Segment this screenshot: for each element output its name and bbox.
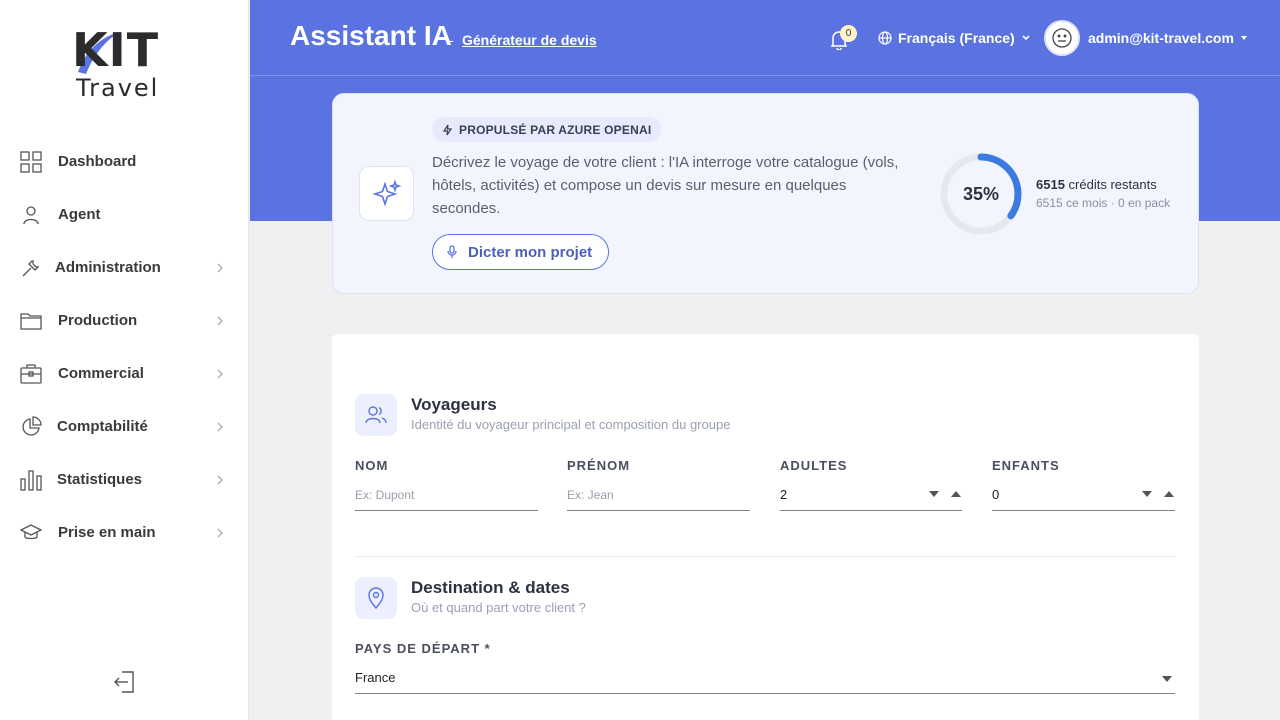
enfants-spin-controls: [1141, 490, 1175, 498]
sparkles-icon: [359, 166, 414, 221]
credits-remaining: 6515 crédits restants: [1036, 177, 1157, 192]
powered-by-text: PROPULSÉ PAR AZURE OPENAI: [459, 122, 652, 137]
title-separator: -: [449, 32, 454, 48]
chevron-down-icon: [1022, 35, 1030, 41]
notification-badge: 0: [840, 25, 857, 42]
briefcase-icon: [20, 363, 42, 385]
destination-section-title: Destination & dates: [411, 578, 570, 597]
smiley-avatar-icon: [1052, 28, 1072, 48]
sidebar-item-label: Dashboard: [58, 153, 137, 170]
credits-value: 6515: [1036, 177, 1065, 192]
adultes-spin-controls: [928, 490, 962, 498]
page-title: Assistant IA: [290, 20, 452, 51]
language-selector[interactable]: Français (France): [878, 30, 1031, 46]
adultes-label: ADULTES: [780, 458, 848, 473]
nom-input[interactable]: Ex: Dupont: [355, 479, 538, 511]
chevron-right-icon: [217, 316, 223, 325]
grid-icon: [20, 150, 42, 173]
usage-percent-label: 35%: [962, 183, 1000, 204]
chevron-right-icon: [217, 263, 223, 272]
adultes-value: 2: [780, 487, 788, 502]
logo-kit-text: KIT: [72, 23, 160, 77]
sidebar-nav: Dashboard Agent Administration Productio…: [0, 135, 249, 559]
caret-down-icon: [1240, 36, 1247, 40]
sidebar-item-label: Agent: [58, 206, 101, 223]
chevron-right-icon: [217, 475, 223, 484]
sidebar-item-commercial[interactable]: Commercial: [0, 347, 249, 400]
select-caret-icon: [1162, 676, 1172, 682]
lightning-icon: [442, 124, 453, 135]
sidebar-item-production[interactable]: Production: [0, 294, 249, 347]
travelers-section-title: Voyageurs: [411, 395, 497, 414]
ai-description: Décrivez le voyage de votre client : l'I…: [432, 154, 899, 217]
nom-placeholder: Ex: Dupont: [355, 487, 415, 502]
decrement-caret-icon[interactable]: [1141, 490, 1153, 498]
graduation-cap-icon: [20, 522, 42, 544]
powered-by-badge: PROPULSÉ PAR AZURE OPENAI: [432, 117, 662, 142]
bar-chart-icon: [20, 469, 42, 491]
language-label: Français (France): [898, 30, 1015, 46]
quote-form-card: Voyageurs Identité du voyageur principal…: [332, 334, 1199, 720]
travelers-section-subtitle: Identité du voyageur principal et compos…: [411, 417, 731, 432]
dictate-label: Dicter mon projet: [468, 243, 593, 261]
sidebar-item-comptabilite[interactable]: Comptabilité: [0, 400, 249, 453]
wrench-icon: [20, 257, 42, 279]
user-email: admin@kit-travel.com: [1088, 30, 1234, 46]
map-pin-icon: [355, 577, 397, 619]
sidebar-item-statistiques[interactable]: Statistiques: [0, 453, 249, 506]
chevron-right-icon: [217, 528, 223, 537]
sidebar-item-administration[interactable]: Administration: [0, 241, 249, 294]
sidebar: KIT Travel Dashboard Agent Administratio…: [0, 0, 249, 720]
pie-chart-icon: [20, 415, 42, 438]
pays-depart-select[interactable]: France: [355, 662, 1175, 694]
increment-caret-icon[interactable]: [1163, 490, 1175, 498]
sidebar-item-label: Comptabilité: [57, 418, 148, 435]
sidebar-item-label: Commercial: [58, 365, 144, 382]
increment-caret-icon[interactable]: [950, 490, 962, 498]
user-icon: [20, 204, 42, 226]
destination-section-subtitle: Où et quand part votre client ?: [411, 600, 586, 615]
prenom-placeholder: Ex: Jean: [567, 487, 614, 502]
users-icon: [355, 394, 397, 436]
enfants-label: ENFANTS: [992, 458, 1060, 473]
logo-travel-text: Travel: [76, 74, 160, 102]
sidebar-item-label: Administration: [55, 259, 161, 276]
prenom-label: PRÉNOM: [567, 458, 631, 473]
sidebar-item-label: Statistiques: [57, 471, 143, 488]
ai-assistant-card: PROPULSÉ PAR AZURE OPENAI Décrivez le vo…: [332, 93, 1199, 294]
chevron-right-icon: [217, 422, 223, 431]
logout-icon[interactable]: [112, 669, 138, 695]
chevron-right-icon: [217, 369, 223, 378]
sidebar-item-agent[interactable]: Agent: [0, 188, 249, 241]
user-menu[interactable]: admin@kit-travel.com: [1044, 20, 1248, 56]
folder-icon: [20, 310, 42, 332]
pays-depart-label: PAYS DE DÉPART *: [355, 641, 491, 656]
kit-travel-logo[interactable]: KIT Travel: [72, 26, 182, 104]
enfants-value: 0: [992, 487, 1000, 502]
avatar: [1044, 20, 1080, 56]
sidebar-item-label: Production: [58, 312, 138, 329]
generator-link[interactable]: Générateur de devis: [462, 32, 597, 48]
section-divider: [355, 556, 1175, 557]
dictate-project-button[interactable]: Dicter mon projet: [432, 234, 609, 270]
decrement-caret-icon[interactable]: [928, 490, 940, 498]
sidebar-item-label: Prise en main: [58, 524, 156, 541]
nom-label: NOM: [355, 458, 389, 473]
prenom-input[interactable]: Ex: Jean: [567, 479, 750, 511]
microphone-icon: [447, 245, 457, 258]
globe-icon: [878, 31, 892, 45]
enfants-stepper[interactable]: 0: [992, 479, 1175, 511]
credits-label: crédits restants: [1068, 177, 1157, 192]
adultes-stepper[interactable]: 2: [780, 479, 962, 511]
sidebar-item-prise-en-main[interactable]: Prise en main: [0, 506, 249, 559]
credits-detail: 6515 ce mois · 0 en pack: [1036, 196, 1171, 210]
top-header: Assistant IA - Générateur de devis 0 Fra…: [250, 0, 1280, 76]
sidebar-item-dashboard[interactable]: Dashboard: [0, 135, 249, 188]
pays-depart-value: France: [355, 670, 396, 685]
